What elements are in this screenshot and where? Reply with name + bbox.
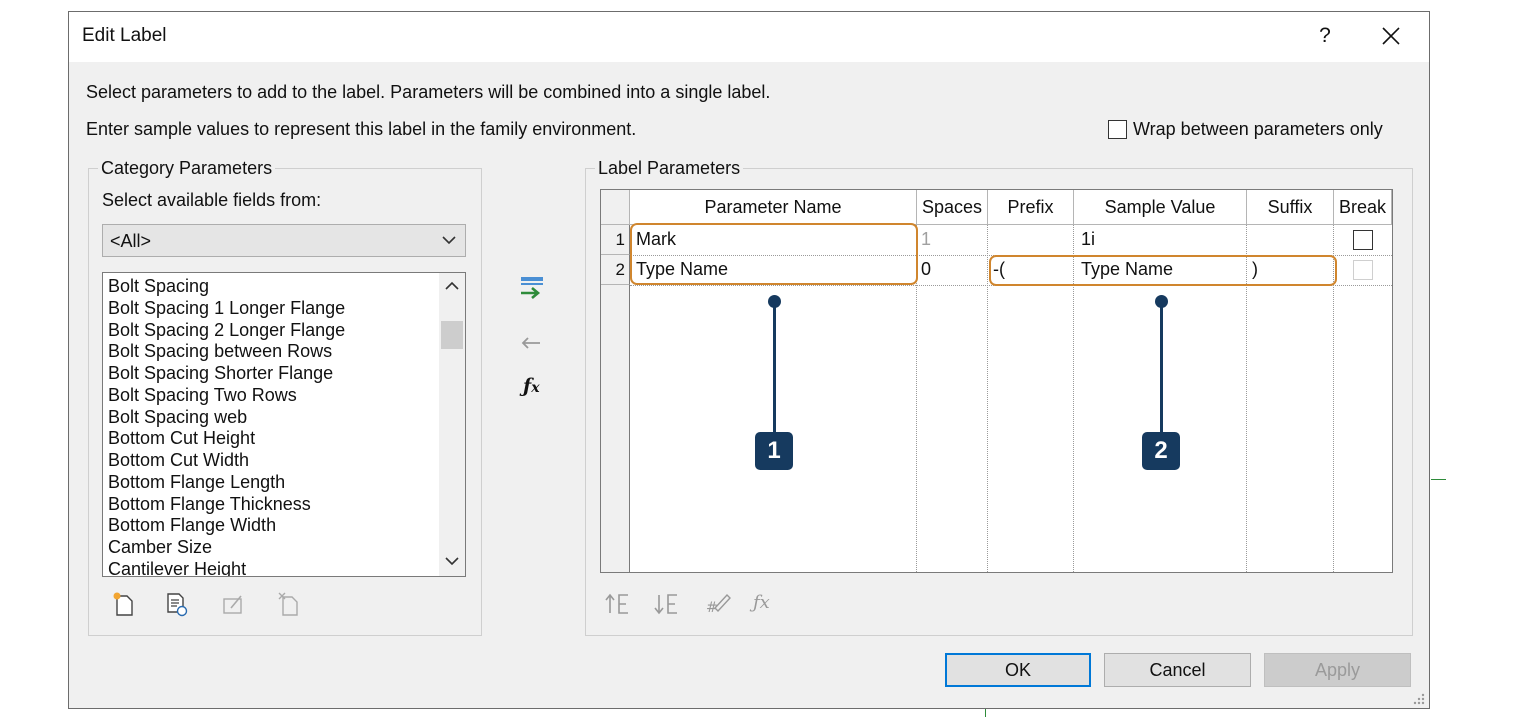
close-icon (1382, 27, 1400, 45)
fields-items: Bolt Spacing Bolt Spacing 1 Longer Flange… (108, 276, 345, 576)
header-suffix[interactable]: Suffix (1247, 190, 1334, 225)
row-1-sample-value[interactable]: 1i (1081, 225, 1095, 255)
row-number-1[interactable]: 1 (601, 225, 630, 255)
row-1-break-checkbox[interactable] (1353, 230, 1373, 250)
dialog-title: Edit Label (82, 25, 167, 46)
formula-button[interactable]: ƒx (523, 375, 540, 397)
move-down-icon[interactable] (653, 592, 683, 616)
row-number-2[interactable]: 2 (601, 255, 630, 285)
wrap-checkbox[interactable] (1108, 120, 1127, 139)
callout-2-line (1160, 301, 1163, 433)
row-1-spaces[interactable]: 1 (921, 225, 931, 255)
field-list-item[interactable]: Bottom Flange Thickness (108, 494, 345, 516)
field-list-item[interactable]: Bottom Flange Width (108, 515, 345, 537)
instruction-text-1: Select parameters to add to the label. P… (86, 82, 771, 102)
background-line (1431, 479, 1446, 480)
header-break[interactable]: Break (1334, 190, 1392, 225)
header-spaces[interactable]: Spaces (917, 190, 988, 225)
callout-1-line (773, 301, 776, 433)
field-list-item[interactable]: Bolt Spacing (108, 276, 345, 298)
edit-label-dialog: Edit Label ? Select parameters to add to… (68, 11, 1430, 709)
field-list-item[interactable]: Bolt Spacing 1 Longer Flange (108, 298, 345, 320)
scroll-down-icon[interactable] (445, 556, 459, 566)
resize-grip-icon[interactable] (1412, 692, 1426, 706)
edit-formula-icon[interactable]: ƒx (753, 592, 770, 613)
help-button[interactable]: ? (1305, 18, 1345, 54)
row-2-break-checkbox[interactable] (1353, 260, 1373, 280)
header-prefix[interactable]: Prefix (988, 190, 1074, 225)
wrap-label: Wrap between parameters only (1133, 119, 1383, 139)
delete-parameter-icon[interactable] (275, 590, 303, 618)
callout-badge-1: 1 (755, 432, 793, 470)
highlight-parameter-names (630, 223, 918, 285)
available-fields-list[interactable]: Bolt Spacing Bolt Spacing 1 Longer Flange… (102, 272, 466, 577)
field-list-item[interactable]: Bottom Cut Height (108, 428, 345, 450)
edit-parameter-properties-icon[interactable]: # (703, 590, 733, 616)
header-sample-value[interactable]: Sample Value (1074, 190, 1247, 225)
field-list-item[interactable]: Bolt Spacing Two Rows (108, 385, 345, 407)
fx-icon: ƒx (523, 375, 540, 397)
wrap-option[interactable]: Wrap between parameters only (1108, 119, 1383, 140)
field-list-item[interactable]: Cantilever Height (108, 559, 345, 576)
label-parameters-grid: Parameter Name Spaces Prefix Sample Valu… (600, 189, 1393, 573)
edit-parameter-icon[interactable] (163, 590, 191, 618)
remove-parameter-icon[interactable] (520, 335, 542, 351)
callout-badge-2: 2 (1142, 432, 1180, 470)
close-button[interactable] (1369, 18, 1413, 54)
field-list-item[interactable]: Bolt Spacing between Rows (108, 341, 345, 363)
new-parameter-icon[interactable] (110, 590, 138, 618)
category-parameters-title: Category Parameters (98, 158, 276, 179)
cancel-button[interactable]: Cancel (1104, 653, 1251, 687)
chevron-down-icon (442, 236, 456, 245)
field-list-item[interactable]: Bolt Spacing Shorter Flange (108, 363, 345, 385)
row-2-spaces[interactable]: 0 (921, 255, 931, 285)
scroll-up-icon[interactable] (445, 281, 459, 291)
label-parameters-title: Label Parameters (595, 158, 744, 179)
field-list-item[interactable]: Bolt Spacing web (108, 407, 345, 429)
instruction-text-2: Enter sample values to represent this la… (86, 119, 637, 139)
field-list-item[interactable]: Bottom Cut Width (108, 450, 345, 472)
header-parameter-name[interactable]: Parameter Name (630, 190, 917, 225)
ok-button[interactable]: OK (945, 653, 1091, 687)
corner-header (601, 190, 630, 225)
apply-button: Apply (1264, 653, 1411, 687)
title-bar: Edit Label ? (69, 12, 1429, 62)
list-scrollbar[interactable] (439, 273, 465, 576)
highlight-prefix-sample-suffix (989, 255, 1337, 286)
field-list-item[interactable]: Camber Size (108, 537, 345, 559)
background-line (985, 709, 986, 717)
combo-value: <All> (110, 231, 152, 251)
scroll-thumb[interactable] (441, 321, 463, 349)
field-list-item[interactable]: Bolt Spacing 2 Longer Flange (108, 320, 345, 342)
add-parameter-icon[interactable] (518, 274, 546, 302)
rename-parameter-icon[interactable] (219, 590, 247, 618)
field-list-item[interactable]: Bottom Flange Length (108, 472, 345, 494)
select-fields-label: Select available fields from: (102, 190, 322, 210)
move-up-icon[interactable] (604, 592, 634, 616)
category-combo[interactable]: <All> (102, 224, 466, 257)
